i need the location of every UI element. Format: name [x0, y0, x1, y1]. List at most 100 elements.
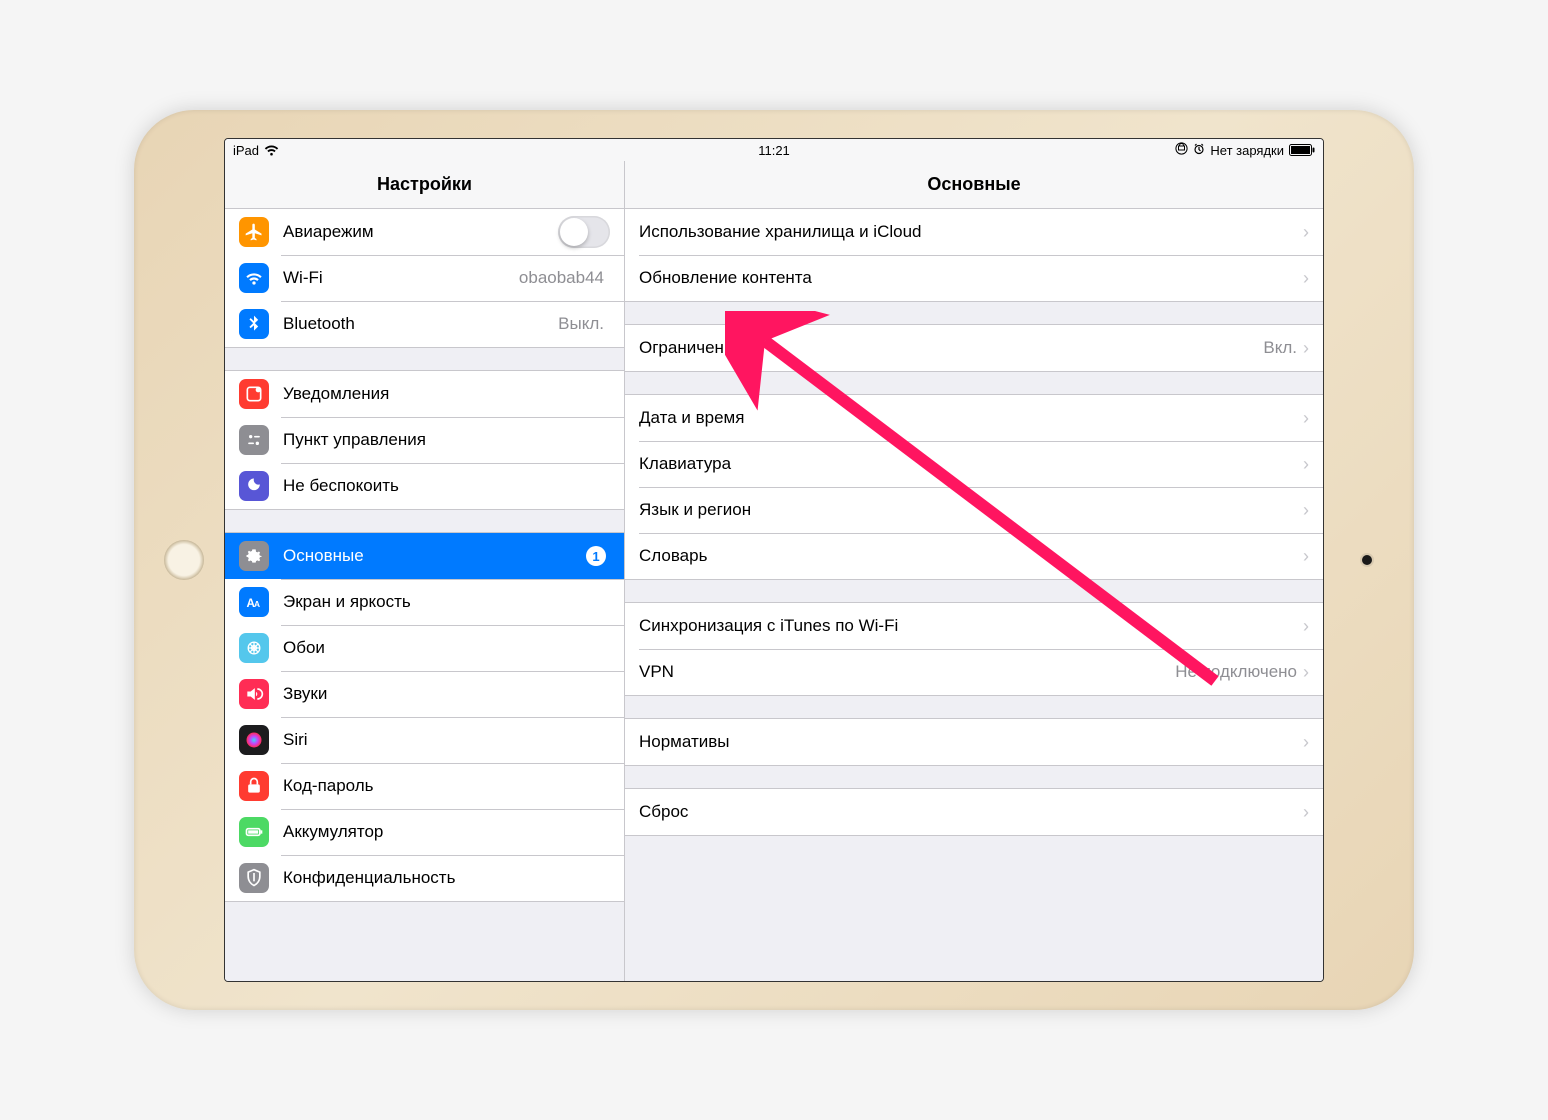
- detail-item-storage[interactable]: Использование хранилища и iCloud›: [625, 209, 1323, 255]
- passcode-icon: [239, 771, 269, 801]
- alarm-icon: [1193, 143, 1205, 158]
- chevron-right-icon: ›: [1303, 222, 1309, 243]
- battery-icon: [1289, 144, 1315, 156]
- chevron-right-icon: ›: [1303, 802, 1309, 823]
- detail-item-label: Язык и регион: [639, 500, 1303, 520]
- status-bar: iPad 11:21 Нет зарядки: [225, 139, 1323, 161]
- airplane-mode-switch[interactable]: [558, 216, 610, 248]
- wifi-icon: [264, 145, 279, 156]
- detail-item-restrictions[interactable]: ОграниченияВкл. ›: [625, 325, 1323, 371]
- chevron-right-icon: ›: [1303, 732, 1309, 753]
- detail-item-value: Не подключено: [1175, 662, 1297, 682]
- detail-item-label: Словарь: [639, 546, 1303, 566]
- settings-sidebar: Настройки АвиарежимWi-Fiobaobab44Bluetoo…: [225, 161, 625, 981]
- sidebar-item-value: obaobab44: [519, 268, 604, 288]
- screen: iPad 11:21 Нет зарядки: [224, 138, 1324, 982]
- chevron-right-icon: ›: [1303, 454, 1309, 475]
- chevron-right-icon: ›: [1303, 500, 1309, 521]
- home-button[interactable]: [164, 540, 204, 580]
- detail-item-label: Клавиатура: [639, 454, 1303, 474]
- sidebar-item-airplane[interactable]: Авиарежим: [225, 209, 624, 255]
- badge: 1: [586, 546, 606, 566]
- detail-title: Основные: [625, 161, 1323, 209]
- chevron-right-icon: ›: [1303, 338, 1309, 359]
- charging-label: Нет зарядки: [1210, 143, 1284, 158]
- detail-item-label: VPN: [639, 662, 1175, 682]
- detail-item-date-time[interactable]: Дата и время›: [625, 395, 1323, 441]
- sidebar-title: Настройки: [225, 161, 624, 209]
- airplane-icon: [239, 217, 269, 247]
- sidebar-item-label: Wi-Fi: [283, 268, 519, 288]
- sidebar-item-wallpaper[interactable]: Обои: [225, 625, 624, 671]
- svg-text:A: A: [254, 599, 260, 609]
- sidebar-item-label: Пункт управления: [283, 430, 610, 450]
- privacy-icon: [239, 863, 269, 893]
- detail-item-keyboard[interactable]: Клавиатура›: [625, 441, 1323, 487]
- sidebar-item-label: Bluetooth: [283, 314, 558, 334]
- sidebar-item-label: Экран и яркость: [283, 592, 610, 612]
- detail-item-dictionary[interactable]: Словарь›: [625, 533, 1323, 579]
- ipad-device-frame: iPad 11:21 Нет зарядки: [134, 110, 1414, 1010]
- notifications-icon: [239, 379, 269, 409]
- device-label: iPad: [233, 143, 259, 158]
- sidebar-item-sounds[interactable]: Звуки: [225, 671, 624, 717]
- detail-item-itunes-wifi-sync[interactable]: Синхронизация с iTunes по Wi-Fi›: [625, 603, 1323, 649]
- detail-item-label: Дата и время: [639, 408, 1303, 428]
- sidebar-scroll[interactable]: АвиарежимWi-Fiobaobab44BluetoothВыкл.Уве…: [225, 209, 624, 981]
- control-center-icon: [239, 425, 269, 455]
- sidebar-item-dnd[interactable]: Не беспокоить: [225, 463, 624, 509]
- detail-item-language-region[interactable]: Язык и регион›: [625, 487, 1323, 533]
- dnd-icon: [239, 471, 269, 501]
- camera-dot: [1362, 555, 1372, 565]
- battery-icon: [239, 817, 269, 847]
- general-icon: [239, 541, 269, 571]
- sidebar-item-value: Выкл.: [558, 314, 604, 334]
- detail-item-reset[interactable]: Сброс›: [625, 789, 1323, 835]
- sidebar-item-label: Конфиденциальность: [283, 868, 610, 888]
- sidebar-item-wifi[interactable]: Wi-Fiobaobab44: [225, 255, 624, 301]
- detail-item-label: Нормативы: [639, 732, 1303, 752]
- sidebar-item-label: Не беспокоить: [283, 476, 610, 496]
- detail-item-label: Обновление контента: [639, 268, 1303, 288]
- sidebar-item-label: Обои: [283, 638, 610, 658]
- chevron-right-icon: ›: [1303, 408, 1309, 429]
- detail-item-label: Ограничения: [639, 338, 1263, 358]
- bluetooth-icon: [239, 309, 269, 339]
- wallpaper-icon: [239, 633, 269, 663]
- chevron-right-icon: ›: [1303, 616, 1309, 637]
- sounds-icon: [239, 679, 269, 709]
- detail-item-vpn[interactable]: VPNНе подключено ›: [625, 649, 1323, 695]
- sidebar-item-notifications[interactable]: Уведомления: [225, 371, 624, 417]
- detail-item-label: Использование хранилища и iCloud: [639, 222, 1303, 242]
- sidebar-item-bluetooth[interactable]: BluetoothВыкл.: [225, 301, 624, 347]
- detail-item-label: Сброс: [639, 802, 1303, 822]
- wifi-icon: [239, 263, 269, 293]
- chevron-right-icon: ›: [1303, 662, 1309, 683]
- detail-item-label: Синхронизация с iTunes по Wi-Fi: [639, 616, 1303, 636]
- sidebar-item-control-center[interactable]: Пункт управления: [225, 417, 624, 463]
- detail-item-regulatory[interactable]: Нормативы›: [625, 719, 1323, 765]
- display-icon: AA: [239, 587, 269, 617]
- detail-scroll[interactable]: Использование хранилища и iCloud›Обновле…: [625, 209, 1323, 981]
- sidebar-item-battery[interactable]: Аккумулятор: [225, 809, 624, 855]
- sidebar-item-label: Аккумулятор: [283, 822, 610, 842]
- sidebar-item-passcode[interactable]: Код-пароль: [225, 763, 624, 809]
- sidebar-item-label: Siri: [283, 730, 610, 750]
- sidebar-item-label: Уведомления: [283, 384, 610, 404]
- detail-item-background-refresh[interactable]: Обновление контента›: [625, 255, 1323, 301]
- sidebar-item-label: Звуки: [283, 684, 610, 704]
- sidebar-item-general[interactable]: Основные1: [225, 533, 624, 579]
- chevron-right-icon: ›: [1303, 268, 1309, 289]
- sidebar-item-label: Основные: [283, 546, 586, 566]
- sidebar-item-privacy[interactable]: Конфиденциальность: [225, 855, 624, 901]
- siri-icon: [239, 725, 269, 755]
- clock: 11:21: [758, 143, 790, 158]
- sidebar-item-label: Авиарежим: [283, 222, 558, 242]
- sidebar-item-siri[interactable]: Siri: [225, 717, 624, 763]
- detail-pane: Основные Использование хранилища и iClou…: [625, 161, 1323, 981]
- detail-item-value: Вкл.: [1263, 338, 1297, 358]
- orientation-lock-icon: [1175, 142, 1188, 158]
- chevron-right-icon: ›: [1303, 546, 1309, 567]
- sidebar-item-display[interactable]: AA Экран и яркость: [225, 579, 624, 625]
- sidebar-item-label: Код-пароль: [283, 776, 610, 796]
